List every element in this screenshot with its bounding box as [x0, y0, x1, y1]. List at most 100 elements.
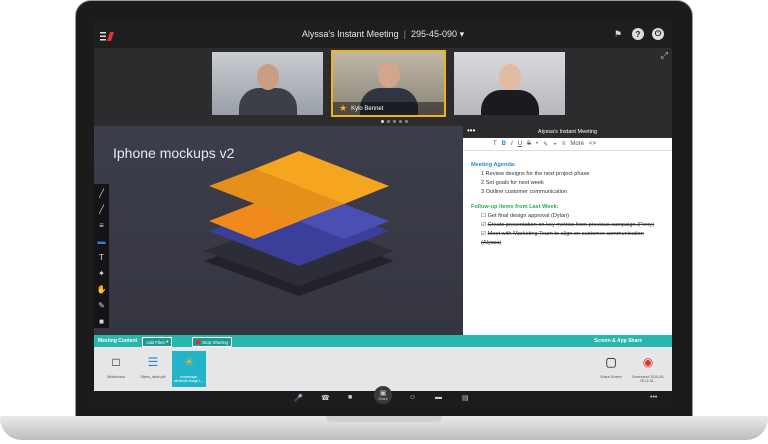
video-pager[interactable]	[381, 120, 408, 123]
pager-dot[interactable]	[393, 120, 396, 123]
code-button[interactable]: <>	[589, 141, 596, 147]
bold-button[interactable]: B	[502, 141, 506, 147]
notes-editor[interactable]: Meeting Agenda: 1 Review designs for the…	[463, 151, 672, 254]
share-label: Share	[378, 397, 388, 401]
participants-icon[interactable]: ☺	[409, 394, 416, 401]
meeting-title: Alyssa's Instant Meeting | 295-45-090 ▾	[94, 29, 672, 40]
mute-microphone-icon[interactable]: 🎤	[294, 394, 303, 402]
chat-icon[interactable]: ▬	[435, 394, 442, 401]
thumbnail-whiteboard[interactable]: □ Whiteboard	[99, 351, 133, 387]
add-files-button[interactable]: Add Files ▾	[142, 337, 173, 347]
followup-text: Get final design approval (Dylan)	[487, 213, 570, 219]
title-bar-icons: ⚑ ? ⏻	[612, 28, 664, 40]
files-icon[interactable]: ▤	[462, 394, 469, 402]
followup-item: ☑ Create presentation on key metrics fro…	[471, 221, 664, 230]
content-thumbnails: □ Whiteboard ☰ Slides_table.pdf ☀ knowle…	[94, 347, 672, 391]
stop-sharing-label: Stop Sharing	[202, 339, 229, 345]
base-notch	[326, 416, 442, 422]
participant-head	[499, 64, 521, 90]
meeting-id[interactable]: 295-45-090	[411, 29, 457, 39]
trash-icon[interactable]: ■	[96, 315, 107, 327]
checkbox-icon[interactable]: ☐	[481, 213, 486, 219]
thumbnail-image[interactable]: ☀ knowledge-ultrawide.image-L...	[172, 351, 206, 387]
thumbnail-pdf[interactable]: ☰ Slides_table.pdf	[136, 351, 170, 387]
pager-dot[interactable]	[405, 120, 408, 123]
pager-dot[interactable]	[387, 120, 390, 123]
followup-heading: Follow-up items from Last Week:	[471, 204, 559, 210]
notes-format-toolbar: T B I U S • ✎ ◒ ≡ More <>	[463, 138, 672, 151]
thumbnail-label: Share Screen	[600, 375, 622, 379]
more-button[interactable]: More	[570, 141, 584, 147]
phone-icon[interactable]: ☎	[321, 394, 330, 402]
checked-checkbox-icon[interactable]: ☑	[481, 231, 486, 237]
followup-item: ☑ Meet with Marketing Team to align on c…	[471, 230, 664, 248]
pager-dot[interactable]	[399, 120, 402, 123]
followup-text: Meet with Marketing Team to align on cus…	[481, 231, 644, 246]
help-icon[interactable]: ?	[632, 28, 644, 40]
meeting-content-label: Meeting Content	[98, 338, 138, 344]
stop-icon	[196, 340, 200, 344]
presenter-name: Kylo Bennet	[351, 105, 384, 112]
followup-item: ☐ Get final design approval (Dylan)	[471, 212, 664, 221]
add-files-label: Add Files	[146, 339, 165, 345]
eraser-tool-icon[interactable]: ✎	[96, 299, 107, 311]
agenda-item: 2 Set goals for next week	[481, 180, 544, 186]
thumbnail-screenshot[interactable]: ◉ Screenshot 2015-06-28 11:16...	[631, 351, 665, 387]
camera-icon[interactable]: ■	[348, 394, 352, 401]
checked-checkbox-icon[interactable]: ☑	[481, 222, 486, 228]
laptop-base	[0, 416, 768, 440]
content-bar: Meeting Content Add Files ▾ Stop Sharing…	[94, 335, 672, 347]
underline-button[interactable]: U	[518, 141, 522, 147]
highlight-button[interactable]: ✎	[543, 141, 548, 148]
stamp-tool-icon[interactable]: ✦	[96, 267, 107, 279]
share-button[interactable]: ▣ Share	[374, 386, 392, 404]
pen-tool-icon[interactable]: ╱	[96, 187, 107, 199]
participant-body	[481, 90, 539, 115]
flag-icon[interactable]: ⚑	[612, 28, 624, 40]
video-tile-participant-3[interactable]	[454, 52, 565, 115]
popout-icon[interactable]: ⤢	[661, 50, 668, 61]
title-separator: |	[403, 29, 406, 39]
hand-tool-icon[interactable]: ✋	[96, 283, 107, 295]
color-button[interactable]: ◒	[553, 141, 557, 147]
meeting-name: Alyssa's Instant Meeting	[301, 29, 399, 39]
bullet-button[interactable]: •	[536, 141, 538, 147]
presenter-name-tag: ★ Kylo Bennet	[333, 102, 444, 115]
phone-mockups-illustration	[204, 151, 394, 296]
video-tile-participant-2[interactable]: ★ Kylo Bennet	[331, 50, 446, 117]
thumbnail-share-screen[interactable]: ▢ Share Screen	[594, 351, 628, 387]
meeting-controls: 🎤 ☎ ■ ▣ Share ☺ ▬ ▤ •••	[94, 386, 672, 406]
align-button[interactable]: ≡	[562, 141, 566, 147]
more-options-icon[interactable]: •••	[650, 394, 657, 401]
font-size-button[interactable]: T	[493, 141, 497, 147]
italic-button[interactable]: I	[511, 141, 513, 147]
notes-title: Alyssa's Instant Meeting	[537, 129, 598, 135]
line-weight-icon[interactable]: ≡	[96, 219, 107, 231]
notes-more-icon[interactable]: •••	[467, 126, 475, 135]
line-tool-icon[interactable]: ╱	[96, 203, 107, 215]
meeting-app-window: Alyssa's Instant Meeting | 295-45-090 ▾ ⚑ …	[94, 21, 672, 406]
image-icon: ☀	[183, 355, 195, 369]
power-icon[interactable]: ⏻	[652, 28, 664, 40]
drawing-toolbar: ╱ ╱ ≡ ▬ T ✦ ✋ ✎ ■	[94, 184, 109, 328]
thumbnail-label: Slides_table.pdf	[140, 375, 166, 379]
color-picker-icon[interactable]: ▬	[96, 235, 107, 247]
shared-slide: Iphone mockups v2 ╱ ╱ ≡ ▬ T ✦ ✋ ✎ ■	[94, 126, 463, 335]
whiteboard-icon: □	[112, 355, 120, 369]
monitor-icon: ▢	[605, 355, 617, 369]
thumbnail-label: Whiteboard	[107, 375, 125, 379]
video-tile-participant-1[interactable]	[212, 52, 323, 115]
strikethrough-button[interactable]: S	[527, 141, 531, 147]
participant-body	[239, 88, 297, 115]
star-icon: ★	[339, 103, 348, 113]
thumbnail-label: knowledge-ultrawide.image-L...	[173, 375, 205, 383]
meeting-id-dropdown-icon[interactable]: ▾	[460, 29, 465, 39]
agenda-heading: Meeting Agenda:	[471, 162, 516, 168]
participant-head	[257, 64, 279, 90]
pager-dot[interactable]	[381, 120, 384, 123]
stop-sharing-button[interactable]: Stop Sharing	[192, 337, 233, 347]
chrome-icon: ◉	[642, 355, 654, 369]
text-tool-icon[interactable]: T	[96, 251, 107, 263]
content-area: Iphone mockups v2 ╱ ╱ ≡ ▬ T ✦ ✋ ✎ ■ ••• …	[94, 126, 672, 335]
screen-app-share-label: Screen & App Share	[594, 338, 642, 344]
